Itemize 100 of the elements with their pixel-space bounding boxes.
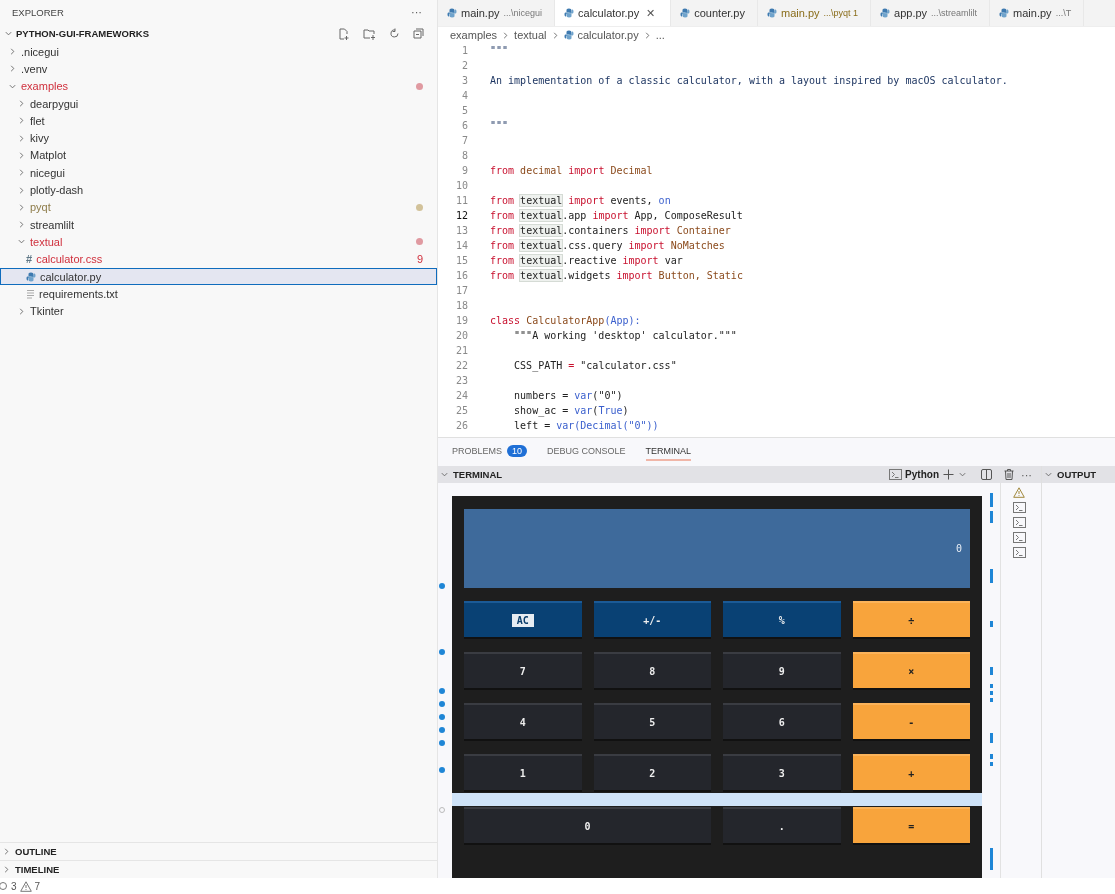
breadcrumb[interactable]: examples <box>450 29 498 41</box>
calculator-key[interactable]: 1 <box>464 754 582 792</box>
terminal-icon[interactable] <box>1012 517 1026 528</box>
calculator-key[interactable]: +/- <box>593 601 711 639</box>
terminal-icon[interactable] <box>889 469 903 480</box>
error-icon[interactable] <box>0 881 8 891</box>
tab-label: counter.py <box>694 7 745 19</box>
code-line: left = var(Decimal("0")) <box>513 420 659 431</box>
calculator-key[interactable]: 7 <box>464 652 582 690</box>
tree-item[interactable]: streamlilt <box>0 215 437 234</box>
panel-tab[interactable]: TERMINAL <box>645 443 692 461</box>
tree-item[interactable]: Tkinter <box>0 302 437 320</box>
line-number: 8 <box>460 150 468 161</box>
calculator-key[interactable]: . <box>723 807 841 845</box>
calculator-key[interactable]: × <box>852 652 970 690</box>
tree-item[interactable]: plotly-dash <box>0 181 437 199</box>
terminal-icon[interactable] <box>1012 502 1026 513</box>
tree-item[interactable]: requirements.txt <box>0 285 437 303</box>
panel-tab[interactable]: DEBUG CONSOLE <box>547 443 626 461</box>
breadcrumb[interactable]: calculator.py <box>577 29 639 41</box>
calculator-key[interactable]: - <box>852 703 970 741</box>
tree-item[interactable]: Matplot <box>0 146 437 165</box>
line-number: 23 <box>454 375 468 386</box>
calculator-key[interactable]: 4 <box>464 703 582 741</box>
python-file-icon <box>563 30 574 40</box>
tree-item-label: dearpygui <box>30 97 80 110</box>
editor-tab[interactable]: calculator.py ✕ <box>555 0 672 26</box>
line-number: 12 <box>454 210 468 221</box>
calculator-key[interactable]: + <box>852 754 970 792</box>
tree-item[interactable]: kivy <box>0 129 437 147</box>
refresh-icon[interactable] <box>389 28 400 39</box>
tree-item[interactable]: calculator.py <box>0 267 437 286</box>
plus-icon[interactable] <box>943 469 954 480</box>
tree-item[interactable]: examples <box>0 77 437 95</box>
calculator-key[interactable]: = <box>852 807 970 845</box>
tree-item-label: .venv <box>21 62 49 75</box>
more-button[interactable]: ··· <box>1018 468 1035 481</box>
section-header[interactable]: OUTLINE <box>0 842 437 860</box>
tree-item[interactable]: flet <box>0 112 437 130</box>
python-file-icon <box>680 8 691 18</box>
panel-tab[interactable]: PROBLEMS 10 <box>452 442 528 462</box>
code-line: from textual.containers import Container <box>490 225 731 236</box>
chevron-right-icon[interactable] <box>17 116 26 126</box>
calculator-key[interactable]: 8 <box>593 652 711 690</box>
chevron-right-icon[interactable] <box>17 185 26 195</box>
line-number: 4 <box>460 90 468 101</box>
chevron-right-icon[interactable] <box>501 30 511 40</box>
chevron-right-icon[interactable] <box>17 220 26 230</box>
calculator-key[interactable]: 2 <box>593 754 711 792</box>
calculator-key[interactable]: ÷ <box>852 601 970 639</box>
trash-icon[interactable] <box>1004 469 1014 480</box>
close-button[interactable]: ✕ <box>643 6 659 20</box>
line-number: 15 <box>454 255 468 266</box>
calculator-key[interactable]: 5 <box>593 703 711 741</box>
code-line: class CalculatorApp(App): <box>490 315 641 326</box>
chevron-down-icon[interactable] <box>440 470 449 479</box>
breadcrumb[interactable]: textual <box>514 29 547 41</box>
chevron-right-icon[interactable] <box>8 47 17 57</box>
calculator-key[interactable]: 9 <box>723 652 841 690</box>
terminal-icon[interactable] <box>1012 532 1026 543</box>
problem-count: 9 <box>416 253 423 266</box>
line-number: 11 <box>454 195 468 206</box>
error-count[interactable]: 3 <box>11 880 17 892</box>
line-number: 9 <box>460 165 468 176</box>
tree-item[interactable]: dearpygui <box>0 94 437 113</box>
tree-item[interactable]: .venv <box>0 60 437 78</box>
chevron-right-icon[interactable] <box>17 306 26 316</box>
tree-item[interactable]: textual <box>0 233 437 251</box>
code-line: An implementation of a classic calculator, with a layout inspired by macOS calculator. <box>490 75 1008 86</box>
hash-icon: # <box>26 253 33 266</box>
chevron-down-icon[interactable] <box>1044 470 1053 479</box>
chevron-right-icon[interactable] <box>17 168 26 178</box>
chevron-right-icon[interactable] <box>8 64 17 74</box>
calculator-key[interactable]: % <box>723 601 841 639</box>
more-button[interactable]: ··· <box>408 6 425 18</box>
calculator-key[interactable]: 0 <box>464 807 711 845</box>
tree-item[interactable]: .nicegui <box>0 43 437 61</box>
warning-count[interactable]: 7 <box>34 880 41 892</box>
collapse-icon[interactable] <box>413 28 424 39</box>
breadcrumb[interactable]: ... <box>655 29 665 41</box>
tree-item[interactable]: pyqt <box>0 198 437 216</box>
chevron-right-icon[interactable] <box>17 99 26 109</box>
new-folder-icon[interactable] <box>363 27 376 40</box>
chevron-right-icon[interactable] <box>17 150 26 160</box>
calculator-key[interactable]: 6 <box>723 703 841 741</box>
chevron-right-icon[interactable] <box>17 133 26 143</box>
line-number: 21 <box>454 345 468 356</box>
terminal-icon[interactable] <box>1012 547 1026 558</box>
chevron-down-icon[interactable] <box>4 29 13 38</box>
calculator-key[interactable]: 3 <box>723 754 841 792</box>
split-icon[interactable] <box>981 469 992 480</box>
chevron-right-icon[interactable] <box>17 202 26 212</box>
tree-item[interactable]: nicegui <box>0 164 437 182</box>
calculator-key[interactable]: AC <box>464 601 582 639</box>
tab-path: ...\T <box>1055 8 1072 18</box>
project-title[interactable]: PYTHON-GUI-FRAMEWORKS <box>16 28 335 39</box>
shell-button[interactable]: Python <box>889 469 939 480</box>
new-file-icon[interactable] <box>338 27 350 40</box>
tree-item[interactable]: # calculator.css 9 <box>0 250 437 268</box>
chevron-down-icon[interactable] <box>958 470 967 479</box>
